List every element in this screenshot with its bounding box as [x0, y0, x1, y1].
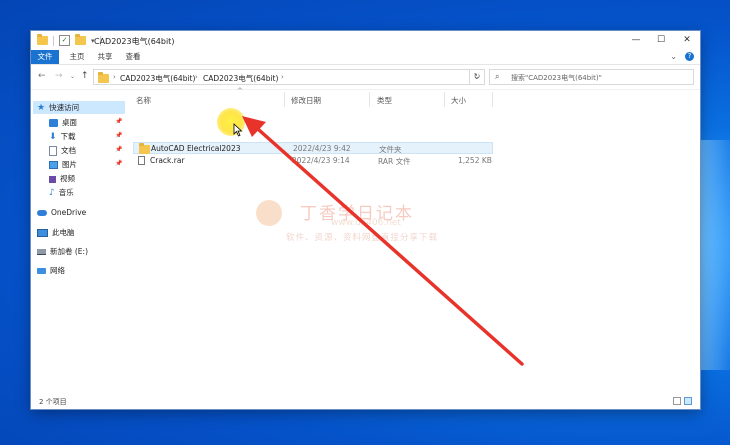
annotation-arrow — [242, 116, 524, 366]
